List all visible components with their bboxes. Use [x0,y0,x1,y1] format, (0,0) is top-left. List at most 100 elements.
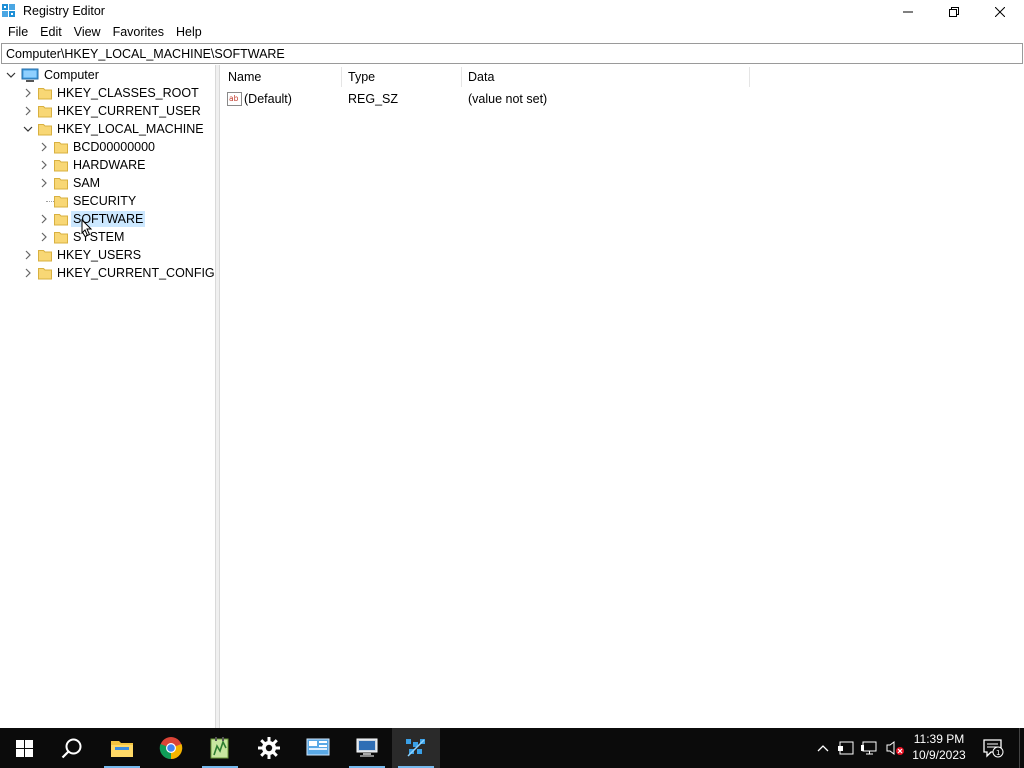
key-tree[interactable]: Computer HKEY_CLASSES_ROOT HKEY_CURRENT_… [0,65,216,728]
folder-icon [54,160,68,172]
clock-time: 11:39 PM [913,732,965,746]
clock-date: 10/9/2023 [912,748,966,762]
pane-splitter[interactable] [216,65,220,728]
volume-button[interactable] [884,728,906,768]
tree-item-hkey-current-user[interactable]: HKEY_CURRENT_USER [22,102,203,120]
tree-label-hardware: HARDWARE [73,158,146,172]
column-header-name[interactable]: Name [228,65,261,89]
chevron-right-icon[interactable] [38,141,50,153]
restore-button[interactable] [931,0,977,23]
volume-muted-icon [886,741,904,755]
column-divider[interactable] [461,67,462,87]
show-desktop-button[interactable] [1019,728,1024,768]
tree-item-hkey-current-config[interactable]: HKEY_CURRENT_CONFIG [22,264,215,282]
tree-item-bcd[interactable]: BCD00000000 [38,138,157,156]
windows-logo-icon [15,739,33,757]
tree-label-hkey-current-user: HKEY_CURRENT_USER [57,104,201,118]
column-divider[interactable] [749,67,750,87]
network-button[interactable] [860,728,880,768]
tree-item-sam[interactable]: SAM [38,174,102,192]
value-data: (value not set) [468,92,548,106]
control-panel-icon [306,738,330,756]
search-icon [61,738,82,759]
close-button[interactable] [977,0,1023,23]
taskbar-registry-editor[interactable] [392,728,440,768]
menu-help[interactable]: Help [170,23,208,42]
tree-label-system: SYSTEM [73,230,125,244]
chevron-right-icon[interactable] [38,213,50,225]
chevron-down-icon[interactable] [5,69,17,81]
minimize-icon [903,11,913,12]
window-title: Registry Editor [23,4,105,18]
chevron-right-icon[interactable] [38,231,50,243]
value-type: REG_SZ [348,92,399,106]
folder-icon [54,232,68,244]
chrome-icon [159,737,183,760]
registry-editor-icon [2,4,15,17]
tree-item-hkey-classes-root[interactable]: HKEY_CLASSES_ROOT [22,84,201,102]
chevron-up-icon [817,745,829,752]
show-hidden-icons-button[interactable] [814,728,832,768]
taskbar-remote-desktop[interactable] [343,728,391,768]
tree-item-hkey-users[interactable]: HKEY_USERS [22,246,143,264]
chevron-right-icon[interactable] [22,105,34,117]
taskbar-settings[interactable] [245,728,293,768]
computer-icon [21,68,39,82]
close-icon [995,6,1005,17]
notification-icon: 1 [983,739,1004,758]
chevron-right-icon[interactable] [22,87,34,99]
taskbar-control-panel[interactable] [294,728,342,768]
taskbar-file-explorer[interactable] [98,728,146,768]
menu-edit[interactable]: Edit [34,23,68,42]
action-center-button[interactable]: 1 [978,728,1008,768]
tree-label-bcd: BCD00000000 [73,140,156,154]
value-name: (Default) [244,92,292,106]
folder-icon [54,142,68,154]
menu-favorites[interactable]: Favorites [107,23,170,42]
chevron-right-icon[interactable] [38,177,50,189]
search-button[interactable] [48,728,96,768]
address-bar[interactable]: Computer\HKEY_LOCAL_MACHINE\SOFTWARE [1,43,1023,64]
column-header-data[interactable]: Data [468,65,494,89]
chevron-right-icon[interactable] [38,159,50,171]
taskbar-clock[interactable]: 11:39 PM 10/9/2023 [906,731,972,763]
registry-editor-icon [406,739,425,757]
tree-label-hkey-current-config: HKEY_CURRENT_CONFIG [57,266,215,280]
values-list[interactable]: Name Type Data ab (Default) REG_SZ (valu… [221,65,1024,728]
gear-icon [258,737,280,759]
menu-file[interactable]: File [2,23,34,42]
folder-icon [54,196,68,208]
tree-item-security[interactable]: SECURITY [38,192,138,210]
folder-icon [38,88,52,100]
notification-count: 1 [996,749,1000,757]
remote-desktop-icon [356,738,378,757]
menu-view[interactable]: View [68,23,107,42]
tree-label-hkey-local-machine: HKEY_LOCAL_MACHINE [57,122,204,136]
mouse-cursor-icon [81,219,93,237]
tray-app-icon[interactable] [836,728,856,768]
tree-label-computer: Computer [44,68,99,82]
minimize-button[interactable] [885,0,931,23]
device-icon [838,741,854,755]
chevron-right-icon[interactable] [22,249,34,261]
tree-item-hkey-local-machine[interactable]: HKEY_LOCAL_MACHINE [22,120,206,138]
string-value-icon: ab [227,92,242,106]
list-item[interactable]: ab (Default) REG_SZ (value not set) [221,90,1024,109]
start-button[interactable] [0,728,48,768]
folder-open-icon [38,124,52,136]
taskbar-chrome[interactable] [147,728,195,768]
menu-bar: File Edit View Favorites Help [0,23,1024,42]
tree-label-hkey-classes-root: HKEY_CLASSES_ROOT [57,86,199,100]
column-header-type[interactable]: Type [348,65,375,89]
column-divider[interactable] [341,67,342,87]
tree-item-hardware[interactable]: HARDWARE [38,156,147,174]
taskbar-notepad-plus[interactable] [196,728,244,768]
notepad-plus-icon [210,737,229,759]
file-explorer-icon [111,741,133,757]
address-path[interactable]: Computer\HKEY_LOCAL_MACHINE\SOFTWARE [6,47,285,61]
chevron-right-icon[interactable] [22,267,34,279]
network-icon [861,741,877,755]
folder-icon [54,178,68,190]
chevron-down-icon[interactable] [22,123,34,135]
tree-item-computer[interactable]: Computer [5,66,101,84]
